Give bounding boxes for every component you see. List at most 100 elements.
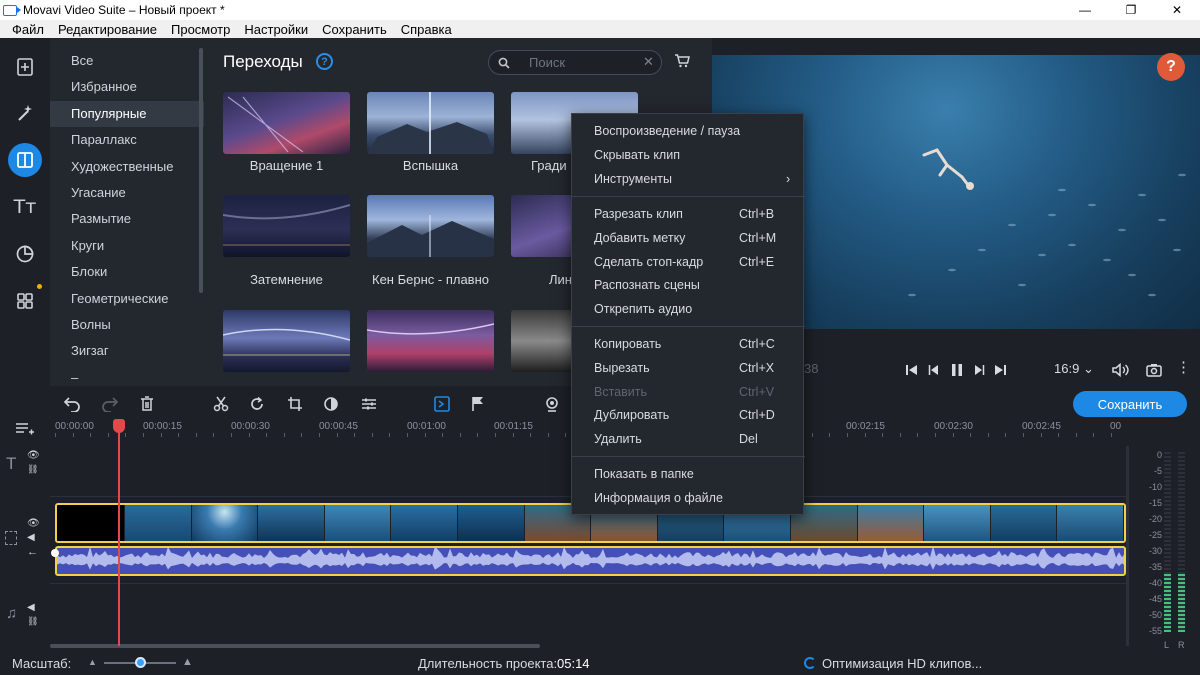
skip-back-icon[interactable] bbox=[906, 364, 918, 376]
music-track-icon: ♫ bbox=[6, 605, 18, 622]
category-blur[interactable]: Размытие bbox=[50, 206, 204, 232]
transition-thumb[interactable] bbox=[223, 310, 350, 372]
rotate-icon[interactable] bbox=[247, 394, 267, 414]
transition-thumb-ken-burns[interactable] bbox=[367, 195, 494, 257]
help-fab-button[interactable]: ? bbox=[1157, 53, 1185, 81]
pause-icon[interactable] bbox=[951, 363, 963, 377]
link-icon[interactable]: ⛓ bbox=[27, 616, 38, 627]
menu-item-delete[interactable]: Удалить Del bbox=[572, 429, 805, 451]
save-button[interactable]: Сохранить bbox=[1073, 391, 1187, 417]
category-favorites[interactable]: Избранное bbox=[50, 74, 204, 100]
crop-icon[interactable] bbox=[285, 394, 305, 414]
transition-thumb[interactable] bbox=[367, 310, 494, 372]
arrow-left-icon[interactable]: ← bbox=[27, 546, 38, 558]
menu-item-hide-clip[interactable]: Скрывать клип bbox=[572, 145, 805, 167]
zoom-out-icon[interactable]: ▲ bbox=[88, 657, 97, 667]
color-adjust-icon[interactable] bbox=[321, 394, 341, 414]
skip-forward-icon[interactable] bbox=[994, 364, 1006, 376]
tool-rail: Tт bbox=[0, 38, 50, 386]
menu-item-freeze-frame[interactable]: Сделать стоп-кадр Ctrl+E bbox=[572, 252, 805, 274]
category-scrollbar[interactable] bbox=[199, 48, 203, 293]
category-fade[interactable]: Угасание bbox=[50, 180, 204, 206]
more-tools-icon[interactable] bbox=[8, 284, 42, 318]
transition-thumb-fade[interactable] bbox=[223, 195, 350, 257]
scissors-icon[interactable] bbox=[211, 394, 231, 414]
menu-help[interactable]: Справка bbox=[393, 22, 460, 37]
audio-waveform-clip[interactable] bbox=[55, 546, 1126, 576]
menu-item-duplicate[interactable]: Дублировать Ctrl+D bbox=[572, 405, 805, 427]
menu-item-detach-audio[interactable]: Открепить аудио bbox=[572, 299, 805, 321]
transition-thumb-rotation-1[interactable] bbox=[223, 92, 350, 154]
menu-item-add-marker[interactable]: Добавить метку Ctrl+M bbox=[572, 228, 805, 250]
menu-item-file-info[interactable]: Информация о файле bbox=[572, 488, 805, 510]
menu-item-show-in-folder[interactable]: Показать в папке bbox=[572, 464, 805, 486]
audio-volume-handle[interactable] bbox=[51, 549, 59, 557]
titles-icon[interactable]: Tт bbox=[8, 190, 42, 224]
category-waves[interactable]: Волны bbox=[50, 312, 204, 338]
eye-icon[interactable]: 👁 bbox=[27, 518, 40, 529]
marker-flag-icon[interactable] bbox=[468, 394, 488, 414]
category-more[interactable]: – bbox=[50, 365, 204, 386]
volume-icon[interactable] bbox=[1112, 363, 1130, 377]
record-voice-icon[interactable] bbox=[542, 394, 562, 414]
menu-item-tools[interactable]: Инструменты › bbox=[572, 169, 805, 191]
eye-icon[interactable]: 👁 bbox=[27, 450, 40, 461]
import-icon[interactable] bbox=[8, 50, 42, 84]
magic-wand-icon[interactable] bbox=[8, 96, 42, 130]
transitions-icon[interactable] bbox=[8, 143, 42, 177]
category-list: Все Избранное Популярные Параллакс Худож… bbox=[50, 38, 204, 386]
close-window-button[interactable]: ✕ bbox=[1154, 0, 1200, 20]
trash-icon[interactable] bbox=[137, 394, 157, 414]
clear-search-icon[interactable]: ✕ bbox=[643, 54, 654, 70]
category-zigzag[interactable]: Зигзаг bbox=[50, 338, 204, 364]
help-icon[interactable]: ? bbox=[316, 53, 333, 70]
menu-view[interactable]: Просмотр bbox=[163, 22, 238, 37]
maximize-button[interactable]: ❐ bbox=[1108, 0, 1154, 20]
menu-item-detect-scenes[interactable]: Распознать сцены bbox=[572, 275, 805, 297]
timeline-scrollbar[interactable] bbox=[50, 644, 540, 648]
duration-value: 05:14 bbox=[557, 656, 590, 671]
clip-properties-icon[interactable] bbox=[359, 394, 379, 414]
category-all[interactable]: Все bbox=[50, 48, 204, 74]
link-icon[interactable]: ⛓ bbox=[27, 464, 38, 475]
speaker-icon[interactable]: ◀ bbox=[27, 602, 35, 613]
meter-label: -55 bbox=[1148, 626, 1162, 636]
redo-icon[interactable] bbox=[100, 394, 120, 414]
frame-back-icon[interactable] bbox=[928, 364, 940, 376]
zoom-in-icon[interactable]: ▲ bbox=[182, 656, 193, 668]
category-parallax[interactable]: Параллакс bbox=[50, 127, 204, 153]
minimize-button[interactable]: — bbox=[1062, 0, 1108, 20]
store-cart-icon[interactable] bbox=[674, 54, 690, 68]
category-circles[interactable]: Круги bbox=[50, 233, 204, 259]
menu-item-cut[interactable]: Вырезать Ctrl+X bbox=[572, 358, 805, 380]
category-geometric[interactable]: Геометрические bbox=[50, 286, 204, 312]
playhead-handle[interactable] bbox=[113, 419, 125, 433]
add-track-icon[interactable] bbox=[15, 422, 35, 439]
snapshot-camera-icon[interactable] bbox=[1146, 363, 1162, 377]
menu-file[interactable]: Файл bbox=[4, 22, 52, 37]
category-blocks[interactable]: Блоки bbox=[50, 259, 204, 285]
menu-item-copy[interactable]: Копировать Ctrl+C bbox=[572, 334, 805, 356]
speaker-icon[interactable]: ◀ bbox=[27, 532, 35, 543]
playhead[interactable] bbox=[118, 422, 120, 646]
menu-export[interactable]: Сохранить bbox=[314, 22, 395, 37]
title-track-icon: T bbox=[6, 454, 17, 473]
stickers-icon[interactable] bbox=[8, 237, 42, 271]
menu-item-split-clip[interactable]: Разрезать клип Ctrl+B bbox=[572, 204, 805, 226]
transition-wizard-icon[interactable] bbox=[432, 394, 452, 414]
menu-settings[interactable]: Настройки bbox=[236, 22, 316, 37]
category-artistic[interactable]: Художественные bbox=[50, 154, 204, 180]
aspect-ratio-select[interactable]: 16:9 ⌄ bbox=[1054, 361, 1094, 377]
frame-forward-icon[interactable] bbox=[973, 364, 985, 376]
zoom-slider-handle[interactable] bbox=[134, 657, 146, 668]
more-options-icon[interactable]: ⋮ bbox=[1176, 360, 1191, 375]
menu-item-paste: Вставить Ctrl+V bbox=[594, 385, 775, 399]
meter-label: -20 bbox=[1148, 514, 1162, 524]
menu-item-play-pause[interactable]: Воспроизведение / пауза bbox=[572, 121, 805, 143]
menu-edit[interactable]: Редактирование bbox=[50, 22, 165, 37]
undo-icon[interactable] bbox=[62, 394, 82, 414]
category-popular[interactable]: Популярные bbox=[50, 100, 204, 128]
search-input[interactable]: Поиск ✕ bbox=[488, 50, 662, 75]
ruler-minor-tick bbox=[301, 433, 303, 437]
transition-thumb-flash[interactable] bbox=[367, 92, 494, 154]
